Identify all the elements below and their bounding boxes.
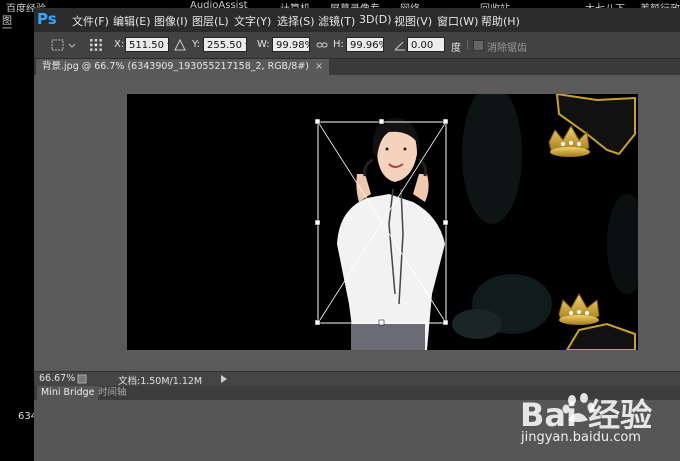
- desktop-left-item[interactable]: 一: [2, 20, 12, 35]
- desktop-left-strip: 图 一: [0, 12, 34, 461]
- watermark-url: jingyan.baidu.com: [521, 430, 641, 445]
- antialias-label: 消除锯齿: [487, 43, 527, 54]
- options-bar: X: 511.50 像素 Y: 255.50 像素 W: 99.98% H: 9…: [34, 32, 680, 59]
- w-label: W:: [257, 39, 270, 50]
- angle-input[interactable]: 0.00: [407, 37, 445, 52]
- menu-3d[interactable]: 3D(D): [359, 13, 392, 26]
- divider: |: [466, 39, 470, 50]
- tab-mini-bridge[interactable]: Mini Bridge: [37, 386, 99, 400]
- x-input[interactable]: 511.50 像素: [125, 37, 169, 52]
- menu-filter[interactable]: 滤镜(T): [318, 13, 355, 29]
- status-menu-arrow-icon[interactable]: [220, 375, 228, 383]
- menu-file[interactable]: 文件(F): [72, 13, 109, 29]
- image-canvas[interactable]: [127, 94, 638, 350]
- menu-bar: Ps 文件(F) 编辑(E) 图像(I) 图层(L) 文字(Y) 选择(S) 滤…: [34, 8, 680, 32]
- y-input[interactable]: 255.50 像素: [203, 37, 247, 52]
- close-tab-icon[interactable]: ×: [315, 61, 323, 72]
- document-tab-label: 背景.jpg @ 66.7% (6343909_193055217158_2, …: [42, 61, 309, 72]
- y-label: Y:: [192, 39, 201, 50]
- menu-select[interactable]: 选择(S): [277, 13, 315, 29]
- h-label: H:: [333, 39, 344, 50]
- menu-help[interactable]: 帮助(H): [481, 13, 520, 29]
- tab-timeline[interactable]: 时间轴: [94, 386, 131, 400]
- angle-icon: [394, 41, 405, 51]
- document-info: 文档:1.50M/1.12M: [118, 376, 203, 387]
- reference-point-icon[interactable]: [88, 37, 104, 53]
- link-icon[interactable]: [316, 40, 328, 50]
- antialias-checkbox[interactable]: [473, 40, 484, 51]
- angle-unit: 度: [451, 43, 461, 54]
- canvas-workarea[interactable]: [34, 75, 680, 371]
- width-input[interactable]: 99.98%: [272, 37, 310, 52]
- menu-layer[interactable]: 图层(L): [192, 13, 229, 29]
- height-input[interactable]: 99.96%: [346, 37, 384, 52]
- transform-tool-icon[interactable]: [50, 38, 78, 52]
- canvas-artwork: [127, 94, 638, 350]
- menu-type[interactable]: 文字(Y): [234, 13, 271, 29]
- menu-edit[interactable]: 编辑(E): [113, 13, 151, 29]
- export-icon[interactable]: [77, 374, 87, 384]
- document-tab[interactable]: 背景.jpg @ 66.7% (6343909_193055217158_2, …: [36, 59, 329, 75]
- menu-image[interactable]: 图像(I): [154, 13, 188, 29]
- photoshop-logo: Ps: [37, 10, 57, 28]
- status-bar: 66.67% 文档:1.50M/1.12M: [34, 371, 680, 387]
- x-label: X:: [114, 39, 125, 50]
- document-tab-bar: 背景.jpg @ 66.7% (6343909_193055217158_2, …: [34, 59, 680, 75]
- zoom-level[interactable]: 66.67%: [39, 373, 75, 384]
- delta-icon[interactable]: [174, 39, 186, 51]
- menu-view[interactable]: 视图(V): [394, 13, 432, 29]
- menu-window[interactable]: 窗口(W): [437, 13, 478, 29]
